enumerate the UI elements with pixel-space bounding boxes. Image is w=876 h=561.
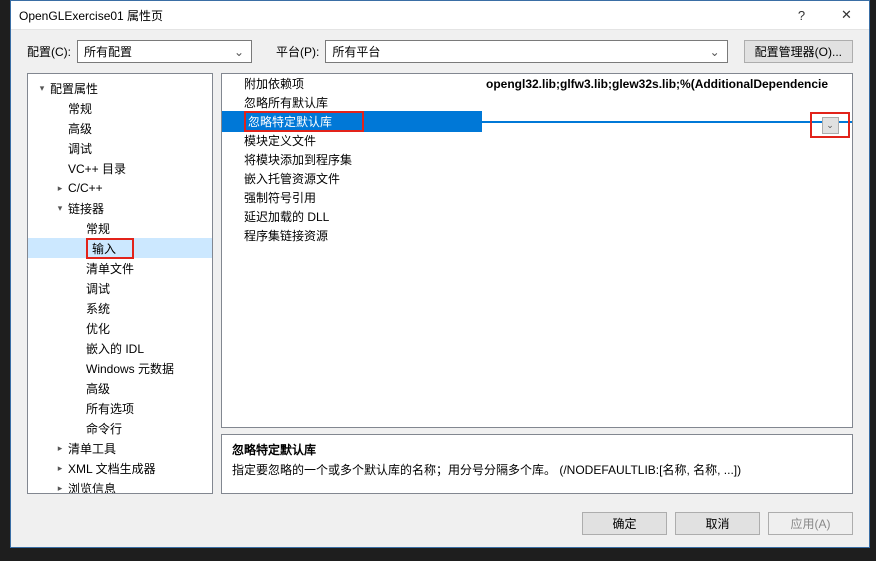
- tree-item-label: 清单文件: [86, 260, 134, 277]
- property-name: 延迟加载的 DLL: [222, 208, 482, 225]
- configuration-combo[interactable]: 所有配置 ⌄: [77, 40, 252, 63]
- tree-item-label: 清单工具: [68, 440, 116, 457]
- property-name: 忽略所有默认库: [222, 94, 482, 111]
- property-row[interactable]: 忽略特定默认库: [222, 112, 852, 131]
- tree-item[interactable]: ▸清单工具: [28, 438, 212, 458]
- tree-item-label: 命令行: [86, 420, 122, 437]
- property-value[interactable]: opengl32.lib;glfw3.lib;glew32s.lib;%(Add…: [482, 77, 852, 91]
- tree-item-label: 常规: [86, 220, 110, 237]
- dialog-footer: 确定 取消 应用(A): [11, 504, 869, 547]
- tree-item[interactable]: ▾配置属性: [28, 78, 212, 98]
- close-button[interactable]: ✕: [824, 1, 869, 30]
- tree-item[interactable]: ▸浏览信息: [28, 478, 212, 494]
- property-row[interactable]: 延迟加载的 DLL: [222, 207, 852, 226]
- property-name: 将模块添加到程序集: [222, 151, 482, 168]
- tree-item[interactable]: 常规: [28, 218, 212, 238]
- tree-item-label: 优化: [86, 320, 110, 337]
- property-row[interactable]: 附加依赖项opengl32.lib;glfw3.lib;glew32s.lib;…: [222, 74, 852, 93]
- tree-item-label: 嵌入的 IDL: [86, 340, 144, 357]
- tree-item[interactable]: 嵌入的 IDL: [28, 338, 212, 358]
- tree-item-label: XML 文档生成器: [68, 460, 156, 477]
- property-name: 附加依赖项: [222, 75, 482, 92]
- property-name: 嵌入托管资源文件: [222, 170, 482, 187]
- tree-item[interactable]: 命令行: [28, 418, 212, 438]
- tree-item[interactable]: 所有选项: [28, 398, 212, 418]
- tree-collapsed-icon[interactable]: ▸: [54, 183, 66, 194]
- chevron-down-icon: ⌄: [707, 45, 723, 59]
- config-toolbar: 配置(C): 所有配置 ⌄ 平台(P): 所有平台 ⌄ 配置管理器(O)...: [11, 30, 869, 73]
- titlebar-buttons: ? ✕: [779, 1, 869, 30]
- window-title: OpenGLExercise01 属性页: [19, 7, 779, 24]
- titlebar: OpenGLExercise01 属性页 ? ✕: [11, 1, 869, 30]
- apply-button[interactable]: 应用(A): [768, 512, 853, 535]
- main-area: ▾配置属性常规高级调试VC++ 目录▸C/C++▾链接器常规输入清单文件调试系统…: [11, 73, 869, 504]
- chevron-down-icon: ⌄: [231, 45, 247, 59]
- description-body: 指定要忽略的一个或多个默认库的名称；用分号分隔多个库。 (/NODEFAULTL…: [232, 461, 842, 478]
- tree-item-label: C/C++: [68, 181, 103, 195]
- tree-item[interactable]: 清单文件: [28, 258, 212, 278]
- category-tree[interactable]: ▾配置属性常规高级调试VC++ 目录▸C/C++▾链接器常规输入清单文件调试系统…: [27, 73, 213, 494]
- tree-item[interactable]: Windows 元数据: [28, 358, 212, 378]
- tree-item-label: 配置属性: [50, 80, 98, 97]
- property-value[interactable]: [482, 121, 852, 123]
- tree-expanded-icon[interactable]: ▾: [36, 83, 48, 94]
- ok-button[interactable]: 确定: [582, 512, 667, 535]
- tree-item[interactable]: 常规: [28, 98, 212, 118]
- description-panel: 忽略特定默认库 指定要忽略的一个或多个默认库的名称；用分号分隔多个库。 (/NO…: [221, 434, 853, 494]
- tree-expanded-icon[interactable]: ▾: [54, 203, 66, 214]
- tree-item[interactable]: ▾链接器: [28, 198, 212, 218]
- tree-item-label: 调试: [86, 280, 110, 297]
- tree-item-label: 链接器: [68, 200, 104, 217]
- tree-item-label: 调试: [68, 140, 92, 157]
- property-row[interactable]: 忽略所有默认库: [222, 93, 852, 112]
- tree-item[interactable]: 输入: [28, 238, 212, 258]
- property-row[interactable]: 嵌入托管资源文件: [222, 169, 852, 188]
- property-name: 忽略特定默认库: [222, 111, 482, 132]
- tree-item[interactable]: 系统: [28, 298, 212, 318]
- tree-item-label: 常规: [68, 100, 92, 117]
- property-row[interactable]: 强制符号引用: [222, 188, 852, 207]
- tree-collapsed-icon[interactable]: ▸: [54, 443, 66, 454]
- tree-item[interactable]: 调试: [28, 138, 212, 158]
- tree-item[interactable]: ▸XML 文档生成器: [28, 458, 212, 478]
- tree-item[interactable]: 优化: [28, 318, 212, 338]
- tree-item-label: 所有选项: [86, 400, 134, 417]
- tree-item-label: 高级: [86, 380, 110, 397]
- tree-item[interactable]: ▸C/C++: [28, 178, 212, 198]
- tree-item[interactable]: 调试: [28, 278, 212, 298]
- configuration-value: 所有配置: [84, 43, 132, 60]
- right-pane: 附加依赖项opengl32.lib;glfw3.lib;glew32s.lib;…: [221, 73, 853, 494]
- cancel-button[interactable]: 取消: [675, 512, 760, 535]
- tree-item[interactable]: 高级: [28, 378, 212, 398]
- platform-label: 平台(P):: [276, 43, 319, 60]
- property-name: 强制符号引用: [222, 189, 482, 206]
- tree-item-label: 浏览信息: [68, 480, 116, 495]
- property-row[interactable]: 模块定义文件: [222, 131, 852, 150]
- property-dropdown-button[interactable]: ⌄: [822, 117, 839, 134]
- property-row[interactable]: 程序集链接资源: [222, 226, 852, 245]
- tree-item[interactable]: 高级: [28, 118, 212, 138]
- tree-item-label: 输入: [86, 238, 134, 259]
- property-pages-dialog: OpenGLExercise01 属性页 ? ✕ 配置(C): 所有配置 ⌄ 平…: [10, 0, 870, 548]
- property-name: 程序集链接资源: [222, 227, 482, 244]
- help-button[interactable]: ?: [779, 1, 824, 30]
- property-name: 模块定义文件: [222, 132, 482, 149]
- tree-item-label: VC++ 目录: [68, 160, 126, 177]
- tree-collapsed-icon[interactable]: ▸: [54, 463, 66, 474]
- tree-collapsed-icon[interactable]: ▸: [54, 483, 66, 494]
- tree-item-label: 系统: [86, 300, 110, 317]
- platform-value: 所有平台: [332, 43, 380, 60]
- tree-item-label: Windows 元数据: [86, 360, 174, 377]
- platform-combo[interactable]: 所有平台 ⌄: [325, 40, 727, 63]
- config-label: 配置(C):: [27, 43, 71, 60]
- highlight-dropdown-box: ⌄: [810, 112, 850, 138]
- property-row[interactable]: 将模块添加到程序集: [222, 150, 852, 169]
- config-manager-button[interactable]: 配置管理器(O)...: [744, 40, 853, 63]
- description-title: 忽略特定默认库: [232, 441, 842, 458]
- tree-item-label: 高级: [68, 120, 92, 137]
- tree-item[interactable]: VC++ 目录: [28, 158, 212, 178]
- property-grid[interactable]: 附加依赖项opengl32.lib;glfw3.lib;glew32s.lib;…: [221, 73, 853, 428]
